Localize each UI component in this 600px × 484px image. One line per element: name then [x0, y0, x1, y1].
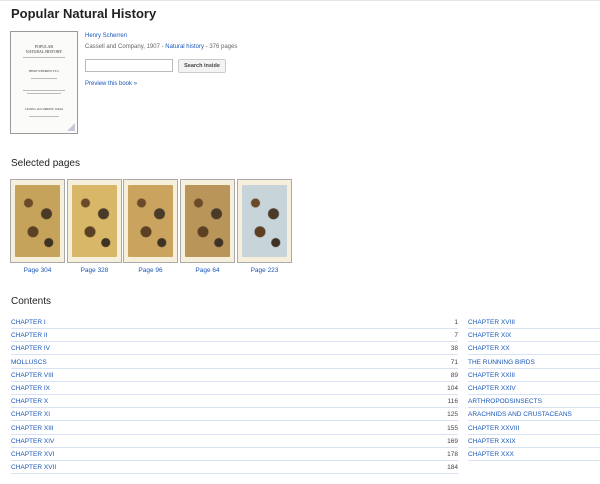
cover-line-3: HENRY SCHERREN, F.Z.S. [28, 70, 60, 73]
toc-chapter-link[interactable]: ARTHROPODSINSECTS [468, 398, 542, 405]
page-thumbnail-label[interactable]: Page 328 [67, 267, 122, 274]
toc-chapter-link[interactable]: CHAPTER XXIX [468, 438, 516, 445]
toc-chapter-link[interactable]: CHAPTER XIX [468, 332, 511, 339]
page-thumbnail-label[interactable]: Page 64 [180, 267, 235, 274]
toc-row: CHAPTER XXX [468, 449, 600, 461]
toc-chapter-link[interactable]: THE RUNNING BIRDS [468, 359, 535, 366]
toc-page-number: 125 [447, 411, 458, 419]
cover-rule [29, 116, 59, 117]
toc-row: CHAPTER II 7 [11, 330, 458, 343]
search-inside-input[interactable] [85, 59, 173, 72]
cover-rule [23, 90, 65, 91]
toc-chapter-link[interactable]: CHAPTER XXX [468, 451, 514, 458]
page-count: 376 pages [209, 44, 238, 50]
page-thumbnail[interactable] [67, 179, 122, 263]
toc-page-number: 71 [450, 358, 458, 366]
toc-row: CHAPTER XVII 184 [11, 462, 458, 475]
toc-chapter-link[interactable]: CHAPTER XXIV [468, 385, 516, 392]
toc-chapter-link[interactable]: CHAPTER IX [11, 385, 50, 392]
toc-chapter-link[interactable]: CHAPTER XVIII [468, 319, 515, 326]
toc-chapter-link[interactable]: CHAPTER I [11, 319, 46, 326]
cover-rule [31, 78, 57, 79]
toc-row: CHAPTER I 1 [11, 317, 458, 329]
book-cover-image[interactable]: POPULAR NATURAL HISTORY HENRY SCHERREN, … [10, 31, 78, 134]
illustration-plate-image [128, 185, 173, 257]
toc-row: CHAPTER IX 104 [11, 383, 458, 395]
toc-chapter-link[interactable]: CHAPTER XXIII [468, 372, 515, 379]
cover-rule [23, 57, 65, 58]
book-title: Popular Natural History [11, 6, 157, 21]
toc-row: CHAPTER XXIII [468, 370, 600, 382]
cover-line-4: CASSELL and COMPANY, Limited [24, 108, 64, 111]
page-thumbnail[interactable] [10, 179, 65, 263]
toc-row: CHAPTER XXIX [468, 436, 600, 448]
toc-row: CHAPTER XX [468, 343, 600, 356]
toc-row: CHAPTER XI 125 [11, 409, 458, 422]
toc-chapter-link[interactable]: CHAPTER XI [11, 411, 50, 418]
toc-row: MOLLUSCS 71 [11, 357, 458, 369]
illustration-plate-image [185, 185, 230, 257]
toc-row: ARTHROPODSINSECTS [468, 396, 600, 409]
cover-line-2: NATURAL HISTORY [25, 49, 63, 54]
toc-page-number: 178 [447, 451, 458, 458]
preview-book-link[interactable]: Preview this book » [85, 81, 137, 87]
contents-heading: Contents [11, 296, 52, 307]
toc-row: CHAPTER VIII 89 [11, 370, 458, 382]
toc-page-number: 116 [447, 398, 458, 406]
toc-row: CHAPTER XIV 169 [11, 436, 458, 448]
page-thumbnail[interactable] [237, 179, 292, 263]
page-thumbnail[interactable] [180, 179, 235, 263]
toc-chapter-link[interactable]: CHAPTER XVI [11, 451, 54, 458]
toc-page-number: 184 [447, 464, 458, 472]
author-link[interactable]: Henry Scherren [85, 33, 127, 39]
toc-page-number: 7 [454, 332, 458, 340]
toc-row: CHAPTER XVIII [468, 317, 600, 329]
toc-chapter-link[interactable]: CHAPTER XX [468, 345, 510, 352]
toc-chapter-link[interactable]: MOLLUSCS [11, 359, 47, 366]
page-curl-icon [67, 123, 75, 131]
toc-row: CHAPTER XIII 155 [11, 423, 458, 435]
publisher-year: Cassell and Company, 1907 [85, 44, 160, 50]
toc-page-number: 1 [454, 319, 458, 326]
toc-chapter-link[interactable]: CHAPTER XIII [11, 425, 54, 432]
publication-info: Cassell and Company, 1907 - Natural hist… [85, 44, 237, 50]
toc-chapter-link[interactable]: CHAPTER XVII [11, 464, 56, 471]
top-divider [0, 0, 600, 1]
illustration-plate-image [72, 185, 117, 257]
toc-page-number: 155 [447, 424, 458, 432]
toc-page-number: 38 [450, 345, 458, 353]
toc-row: ARACHNIDS AND CRUSTACEANS [468, 409, 600, 422]
toc-page-number: 169 [447, 437, 458, 445]
toc-row: CHAPTER XVI 178 [11, 449, 458, 461]
toc-chapter-link[interactable]: CHAPTER X [11, 398, 48, 405]
toc-row: CHAPTER XXIV [468, 383, 600, 395]
illustration-plate-image [15, 185, 60, 257]
toc-page-number: 104 [447, 385, 458, 392]
illustration-plate-image [242, 185, 287, 257]
page-thumbnail-label[interactable]: Page 96 [123, 267, 178, 274]
toc-chapter-link[interactable]: CHAPTER VIII [11, 372, 54, 379]
search-inside-button[interactable]: Search inside [178, 59, 226, 73]
toc-chapter-link[interactable]: CHAPTER IV [11, 345, 50, 352]
toc-chapter-link[interactable]: CHAPTER XXVIII [468, 425, 519, 432]
selected-pages-heading: Selected pages [11, 158, 80, 169]
page-thumbnail-label[interactable]: Page 304 [10, 267, 65, 274]
cover-rule [27, 93, 61, 94]
toc-row: CHAPTER IV 38 [11, 343, 458, 356]
subject-link[interactable]: Natural history [165, 44, 204, 50]
toc-row: CHAPTER XIX [468, 330, 600, 343]
page-thumbnail-label[interactable]: Page 223 [237, 267, 292, 274]
page-thumbnail[interactable] [123, 179, 178, 263]
toc-page-number: 89 [450, 371, 458, 379]
toc-chapter-link[interactable]: ARACHNIDS AND CRUSTACEANS [468, 411, 572, 418]
toc-row: CHAPTER X 116 [11, 396, 458, 409]
toc-row: THE RUNNING BIRDS [468, 357, 600, 369]
toc-chapter-link[interactable]: CHAPTER XIV [11, 438, 54, 445]
toc-chapter-link[interactable]: CHAPTER II [11, 332, 47, 339]
toc-row: CHAPTER XXVIII [468, 423, 600, 435]
